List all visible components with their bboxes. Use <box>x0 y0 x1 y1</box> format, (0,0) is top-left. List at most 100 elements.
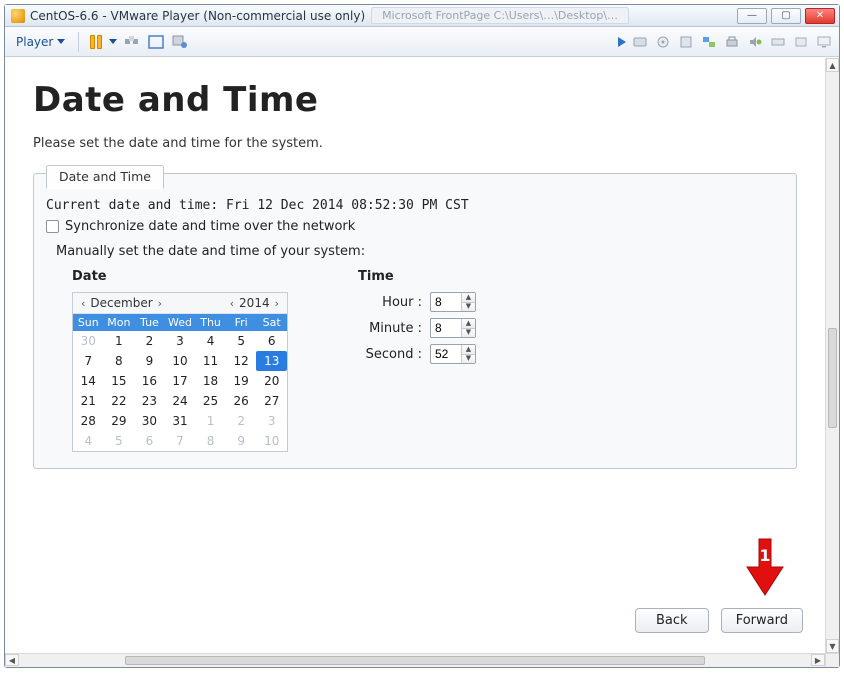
player-menu-button[interactable]: Player <box>11 32 70 52</box>
calendar-day-cell[interactable]: 19 <box>226 371 257 391</box>
titlebar: CentOS-6.6 - VMware Player (Non-commerci… <box>5 5 839 27</box>
calendar-day-cell[interactable]: 24 <box>165 391 196 411</box>
calendar-day-cell[interactable]: 22 <box>104 391 135 411</box>
calendar-day-cell[interactable]: 16 <box>134 371 165 391</box>
calendar-dow-cell: Tue <box>134 314 165 331</box>
calendar-day-cell: 30 <box>73 331 104 351</box>
spin-down-icon[interactable]: ▼ <box>462 303 475 312</box>
scroll-thumb[interactable] <box>125 656 705 665</box>
second-spinner[interactable]: ▲▼ <box>430 344 476 364</box>
calendar-month-picker[interactable]: ‹ December › <box>79 296 164 310</box>
calendar-day-cell[interactable]: 9 <box>134 351 165 371</box>
calendar-day-cell[interactable]: 18 <box>195 371 226 391</box>
calendar-day-cell: 6 <box>134 431 165 451</box>
maximize-button[interactable]: ▢ <box>771 8 801 24</box>
calendar-day-cell[interactable]: 31 <box>165 411 196 431</box>
calendar-day-cell[interactable]: 6 <box>256 331 287 351</box>
calendar-day-cell[interactable]: 4 <box>195 331 226 351</box>
calendar-day-cell[interactable]: 5 <box>226 331 257 351</box>
calendar-dow-cell: Mon <box>104 314 135 331</box>
spin-up-icon[interactable]: ▲ <box>462 319 475 329</box>
calendar-day-cell[interactable]: 8 <box>104 351 135 371</box>
chevron-right-icon[interactable]: › <box>156 297 164 310</box>
guest-content-area: Date and Time Please set the date and ti… <box>5 57 839 667</box>
calendar-dow-row: SunMonTueWedThuFriSat <box>73 314 287 331</box>
page-title: Date and Time <box>33 80 797 120</box>
calendar-day-cell[interactable]: 1 <box>104 331 135 351</box>
horizontal-scrollbar[interactable]: ◀ ▶ <box>5 653 825 667</box>
time-column: Time Hour : ▲▼ Minu <box>358 269 476 452</box>
spin-up-icon[interactable]: ▲ <box>462 293 475 303</box>
calendar-dow-cell: Thu <box>195 314 226 331</box>
calendar-day-cell[interactable]: 30 <box>134 411 165 431</box>
calendar-day-cell[interactable]: 13 <box>256 351 287 371</box>
calendar-day-cell[interactable]: 12 <box>226 351 257 371</box>
unity-button[interactable] <box>171 33 189 51</box>
calendar-day-cell[interactable]: 25 <box>195 391 226 411</box>
calendar-day-cell[interactable]: 7 <box>73 351 104 371</box>
minute-spinner[interactable]: ▲▼ <box>430 318 476 338</box>
pause-button[interactable] <box>87 33 105 51</box>
wizard-button-bar: Back Forward <box>635 608 803 633</box>
vertical-scrollbar[interactable]: ▲ ▼ <box>825 58 839 653</box>
tab-date-and-time[interactable]: Date and Time <box>46 165 164 189</box>
scroll-thumb[interactable] <box>828 328 837 428</box>
date-time-panel: Date and Time Current date and time: Fri… <box>33 173 797 469</box>
calendar-day-cell[interactable]: 3 <box>165 331 196 351</box>
device-network-icon[interactable] <box>700 33 718 51</box>
calendar-day-cell[interactable]: 14 <box>73 371 104 391</box>
device-generic-icon[interactable] <box>792 33 810 51</box>
scroll-down-icon[interactable]: ▼ <box>826 639 839 653</box>
calendar-day-cell[interactable]: 17 <box>165 371 196 391</box>
fullscreen-button[interactable] <box>147 33 165 51</box>
forward-button[interactable]: Forward <box>721 608 803 633</box>
chevron-down-icon[interactable] <box>109 39 117 44</box>
scroll-right-icon[interactable]: ▶ <box>811 654 825 666</box>
calendar-day-cell[interactable]: 21 <box>73 391 104 411</box>
hour-spinner[interactable]: ▲▼ <box>430 292 476 312</box>
sync-network-row[interactable]: Synchronize date and time over the netwo… <box>46 219 784 234</box>
device-usb-icon[interactable] <box>769 33 787 51</box>
calendar-day-cell[interactable]: 29 <box>104 411 135 431</box>
spin-down-icon[interactable]: ▼ <box>462 355 475 364</box>
calendar-day-cell: 10 <box>256 431 287 451</box>
back-button[interactable]: Back <box>635 608 709 633</box>
vmware-icon <box>11 9 25 23</box>
calendar-year-picker[interactable]: ‹ 2014 › <box>228 296 281 310</box>
scroll-corner <box>825 653 839 667</box>
device-hdd-icon[interactable] <box>631 33 649 51</box>
chevron-left-icon[interactable]: ‹ <box>228 297 236 310</box>
scroll-up-icon[interactable]: ▲ <box>826 58 839 72</box>
spin-up-icon[interactable]: ▲ <box>462 345 475 355</box>
send-ctrl-alt-del-button[interactable] <box>123 33 141 51</box>
hour-input[interactable] <box>431 293 461 311</box>
scroll-left-icon[interactable]: ◀ <box>5 654 19 666</box>
second-input[interactable] <box>431 345 461 363</box>
calendar-day-cell[interactable]: 26 <box>226 391 257 411</box>
calendar-day-cell[interactable]: 23 <box>134 391 165 411</box>
manual-set-label: Manually set the date and time of your s… <box>56 244 784 259</box>
chevron-right-icon[interactable]: › <box>273 297 281 310</box>
checkbox-sync-network[interactable] <box>46 220 59 233</box>
chevron-left-icon[interactable]: ‹ <box>79 297 87 310</box>
device-printer-icon[interactable] <box>723 33 741 51</box>
calendar-day-cell[interactable]: 15 <box>104 371 135 391</box>
spin-down-icon[interactable]: ▼ <box>462 329 475 338</box>
calendar-day-cell: 5 <box>104 431 135 451</box>
device-sound-icon[interactable] <box>746 33 764 51</box>
minute-input[interactable] <box>431 319 461 337</box>
device-floppy-icon[interactable] <box>677 33 695 51</box>
calendar-day-cell[interactable]: 28 <box>73 411 104 431</box>
calendar-day-cell[interactable]: 2 <box>134 331 165 351</box>
calendar-day-cell[interactable]: 27 <box>256 391 287 411</box>
page-subtitle: Please set the date and time for the sys… <box>33 136 797 151</box>
calendar-day-cell[interactable]: 10 <box>165 351 196 371</box>
device-display-icon[interactable] <box>815 33 833 51</box>
device-cd-icon[interactable] <box>654 33 672 51</box>
minimize-button[interactable]: — <box>737 8 767 24</box>
calendar-day-cell[interactable]: 11 <box>195 351 226 371</box>
calendar-day-cell[interactable]: 20 <box>256 371 287 391</box>
calendar-day-cell: 4 <box>73 431 104 451</box>
calendar-day-cell: 2 <box>226 411 257 431</box>
close-button[interactable]: ✕ <box>805 8 835 24</box>
